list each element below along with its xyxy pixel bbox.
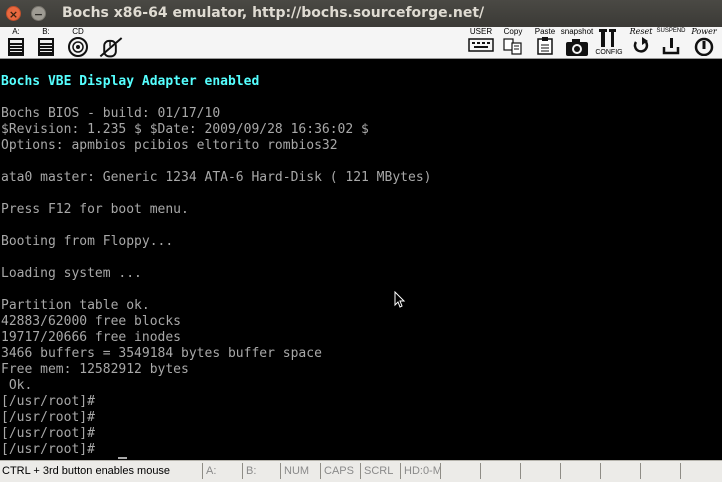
console-line: [/usr/root]#: [1, 410, 95, 425]
bochs-toolbar: A: B: CD USER Copy Paste snapshot CONFIG…: [0, 27, 722, 59]
console-line: Partition table ok.: [1, 298, 150, 313]
console-line: Ok.: [1, 378, 33, 393]
mouse-hint: CTRL + 3rd button enables mouse: [2, 465, 171, 477]
emulator-display[interactable]: Bochs VBE Display Adapter enabled Bochs …: [0, 59, 722, 460]
console-line: Booting from Floppy...: [1, 234, 174, 249]
power-label: Power: [691, 27, 717, 36]
console-line: 42883/62000 free blocks: [1, 314, 182, 329]
status-cell-empty: [440, 463, 480, 479]
console-line: Free mem: 12582912 bytes: [1, 362, 189, 377]
copy-label: Copy: [503, 27, 523, 36]
copy-button[interactable]: Copy: [500, 27, 526, 58]
status-cell-empty: [560, 463, 600, 479]
config-tools-icon: [599, 29, 616, 47]
power-icon: [694, 37, 714, 56]
floppy-drive-icon: [8, 38, 24, 56]
cdrom-icon: [68, 37, 88, 57]
close-window-button[interactable]: ×: [6, 6, 21, 21]
cdrom-button[interactable]: CD: [64, 27, 92, 58]
window-title: Bochs x86-64 emulator, http://bochs.sour…: [62, 5, 485, 21]
text-cursor: [118, 457, 127, 459]
config-button[interactable]: CONFIG: [595, 27, 623, 58]
status-scroll-lock: SCRL: [360, 463, 400, 479]
power-button[interactable]: Power: [687, 27, 721, 58]
floppy-b-button[interactable]: B:: [34, 27, 58, 58]
user-label: USER: [469, 27, 493, 36]
reset-button[interactable]: Reset: [625, 27, 657, 58]
status-cell-empty: [680, 463, 722, 479]
console-line: Bochs BIOS - build: 01/17/10: [1, 106, 221, 121]
user-button[interactable]: USER: [465, 27, 497, 58]
console-line: [/usr/root]#: [1, 426, 95, 441]
console-line: Bochs VBE Display Adapter enabled: [1, 74, 260, 89]
floppy-drive-icon: [38, 38, 54, 56]
status-floppy-a: A:: [202, 463, 242, 479]
status-floppy-b: B:: [242, 463, 280, 479]
suspend-label: SUSPEND: [656, 28, 686, 34]
keyboard-icon: [468, 38, 494, 52]
status-bar: CTRL + 3rd button enables mouse A: B: NU…: [0, 460, 722, 482]
cdrom-label: CD: [72, 27, 84, 36]
console-line: Loading system ...: [1, 266, 142, 281]
snapshot-button[interactable]: snapshot: [559, 27, 595, 58]
status-caps-lock: CAPS: [320, 463, 360, 479]
console-line: Press F12 for boot menu.: [1, 202, 189, 217]
console-line: 3466 buffers = 3549184 bytes buffer spac…: [1, 346, 322, 361]
mouse-disabled-icon: [99, 36, 123, 58]
snapshot-label: snapshot: [560, 27, 594, 36]
console-line: [/usr/root]#: [1, 442, 95, 457]
console-line: [/usr/root]#: [1, 394, 95, 409]
suspend-button[interactable]: SUSPEND: [656, 27, 686, 58]
console-line: Options: apmbios pcibios eltorito rombio…: [1, 138, 338, 153]
status-cell-empty: [520, 463, 560, 479]
status-cell-empty: [600, 463, 640, 479]
paste-button[interactable]: Paste: [531, 27, 559, 58]
minimize-window-button[interactable]: −: [31, 6, 46, 21]
config-label: CONFIG: [595, 49, 623, 56]
paste-icon: [537, 37, 553, 55]
console-line: $Revision: 1.235 $ $Date: 2009/09/28 16:…: [1, 122, 369, 137]
copy-icon: [503, 38, 522, 55]
console-line: 19717/20666 free inodes: [1, 330, 182, 345]
paste-label: Paste: [534, 27, 556, 36]
floppy-b-label: B:: [42, 27, 50, 36]
camera-icon: [566, 39, 588, 56]
suspend-icon: [662, 38, 680, 55]
status-cell-empty: [640, 463, 680, 479]
mouse-pointer-icon: [394, 291, 406, 308]
status-num-lock: NUM: [280, 463, 320, 479]
reset-label: Reset: [629, 27, 653, 36]
floppy-a-button[interactable]: A:: [4, 27, 28, 58]
console-line: ata0 master: Generic 1234 ATA-6 Hard-Dis…: [1, 170, 432, 185]
reset-icon: [633, 37, 649, 53]
status-cell-empty: [480, 463, 520, 479]
window-titlebar: × − Bochs x86-64 emulator, http://bochs.…: [0, 0, 722, 27]
floppy-a-label: A:: [12, 27, 20, 36]
status-hard-disk: HD:0-M: [400, 463, 440, 479]
mouse-capture-button[interactable]: [96, 27, 126, 58]
